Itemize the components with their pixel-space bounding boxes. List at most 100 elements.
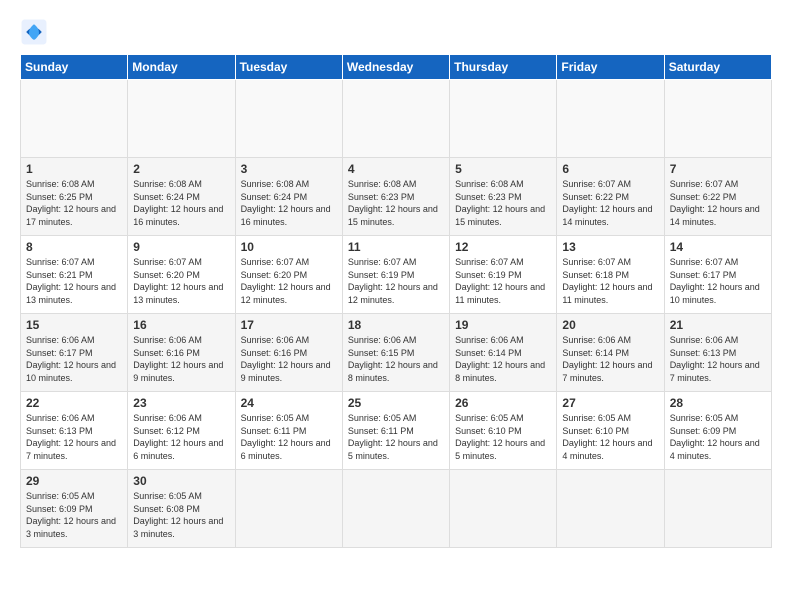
day-info: Sunrise: 6:06 AMSunset: 6:16 PMDaylight:… <box>133 335 223 383</box>
day-info: Sunrise: 6:05 AMSunset: 6:09 PMDaylight:… <box>26 491 116 539</box>
calendar-cell: 26 Sunrise: 6:05 AMSunset: 6:10 PMDaylig… <box>450 392 557 470</box>
day-number: 29 <box>26 474 122 488</box>
day-number: 3 <box>241 162 337 176</box>
day-of-week-row: SundayMondayTuesdayWednesdayThursdayFrid… <box>21 55 772 80</box>
day-number: 14 <box>670 240 766 254</box>
calendar-week-row: 29 Sunrise: 6:05 AMSunset: 6:09 PMDaylig… <box>21 470 772 548</box>
calendar-cell: 14 Sunrise: 6:07 AMSunset: 6:17 PMDaylig… <box>664 236 771 314</box>
day-info: Sunrise: 6:06 AMSunset: 6:16 PMDaylight:… <box>241 335 331 383</box>
day-info: Sunrise: 6:08 AMSunset: 6:23 PMDaylight:… <box>348 179 438 227</box>
dow-header-sunday: Sunday <box>21 55 128 80</box>
calendar-cell: 9 Sunrise: 6:07 AMSunset: 6:20 PMDayligh… <box>128 236 235 314</box>
calendar-cell: 10 Sunrise: 6:07 AMSunset: 6:20 PMDaylig… <box>235 236 342 314</box>
calendar-cell <box>21 80 128 158</box>
calendar-cell: 5 Sunrise: 6:08 AMSunset: 6:23 PMDayligh… <box>450 158 557 236</box>
calendar-cell: 19 Sunrise: 6:06 AMSunset: 6:14 PMDaylig… <box>450 314 557 392</box>
day-info: Sunrise: 6:05 AMSunset: 6:11 PMDaylight:… <box>348 413 438 461</box>
calendar-cell <box>235 470 342 548</box>
page: SundayMondayTuesdayWednesdayThursdayFrid… <box>0 0 792 612</box>
day-info: Sunrise: 6:06 AMSunset: 6:14 PMDaylight:… <box>562 335 652 383</box>
day-info: Sunrise: 6:06 AMSunset: 6:13 PMDaylight:… <box>670 335 760 383</box>
day-info: Sunrise: 6:07 AMSunset: 6:18 PMDaylight:… <box>562 257 652 305</box>
day-number: 22 <box>26 396 122 410</box>
calendar-cell: 1 Sunrise: 6:08 AMSunset: 6:25 PMDayligh… <box>21 158 128 236</box>
day-number: 13 <box>562 240 658 254</box>
calendar-cell <box>342 80 449 158</box>
day-info: Sunrise: 6:07 AMSunset: 6:20 PMDaylight:… <box>241 257 331 305</box>
day-number: 16 <box>133 318 229 332</box>
day-info: Sunrise: 6:06 AMSunset: 6:13 PMDaylight:… <box>26 413 116 461</box>
calendar-week-row: 15 Sunrise: 6:06 AMSunset: 6:17 PMDaylig… <box>21 314 772 392</box>
day-number: 23 <box>133 396 229 410</box>
day-info: Sunrise: 6:07 AMSunset: 6:19 PMDaylight:… <box>455 257 545 305</box>
calendar-cell: 3 Sunrise: 6:08 AMSunset: 6:24 PMDayligh… <box>235 158 342 236</box>
day-number: 12 <box>455 240 551 254</box>
calendar-cell: 30 Sunrise: 6:05 AMSunset: 6:08 PMDaylig… <box>128 470 235 548</box>
day-info: Sunrise: 6:06 AMSunset: 6:17 PMDaylight:… <box>26 335 116 383</box>
day-number: 5 <box>455 162 551 176</box>
calendar-cell: 17 Sunrise: 6:06 AMSunset: 6:16 PMDaylig… <box>235 314 342 392</box>
day-number: 1 <box>26 162 122 176</box>
day-info: Sunrise: 6:07 AMSunset: 6:21 PMDaylight:… <box>26 257 116 305</box>
dow-header-wednesday: Wednesday <box>342 55 449 80</box>
calendar-week-row <box>21 80 772 158</box>
day-info: Sunrise: 6:05 AMSunset: 6:11 PMDaylight:… <box>241 413 331 461</box>
calendar-cell <box>450 80 557 158</box>
calendar-cell: 28 Sunrise: 6:05 AMSunset: 6:09 PMDaylig… <box>664 392 771 470</box>
day-info: Sunrise: 6:07 AMSunset: 6:19 PMDaylight:… <box>348 257 438 305</box>
calendar-cell: 7 Sunrise: 6:07 AMSunset: 6:22 PMDayligh… <box>664 158 771 236</box>
day-number: 20 <box>562 318 658 332</box>
day-info: Sunrise: 6:05 AMSunset: 6:09 PMDaylight:… <box>670 413 760 461</box>
calendar-cell: 20 Sunrise: 6:06 AMSunset: 6:14 PMDaylig… <box>557 314 664 392</box>
dow-header-tuesday: Tuesday <box>235 55 342 80</box>
day-number: 9 <box>133 240 229 254</box>
logo-icon <box>20 18 48 46</box>
calendar-cell <box>557 80 664 158</box>
calendar-cell: 22 Sunrise: 6:06 AMSunset: 6:13 PMDaylig… <box>21 392 128 470</box>
calendar-cell: 27 Sunrise: 6:05 AMSunset: 6:10 PMDaylig… <box>557 392 664 470</box>
calendar-cell <box>557 470 664 548</box>
day-info: Sunrise: 6:07 AMSunset: 6:17 PMDaylight:… <box>670 257 760 305</box>
day-number: 30 <box>133 474 229 488</box>
calendar-cell: 13 Sunrise: 6:07 AMSunset: 6:18 PMDaylig… <box>557 236 664 314</box>
calendar-cell <box>664 470 771 548</box>
calendar-week-row: 1 Sunrise: 6:08 AMSunset: 6:25 PMDayligh… <box>21 158 772 236</box>
day-number: 10 <box>241 240 337 254</box>
calendar-cell: 24 Sunrise: 6:05 AMSunset: 6:11 PMDaylig… <box>235 392 342 470</box>
day-number: 25 <box>348 396 444 410</box>
calendar-cell: 4 Sunrise: 6:08 AMSunset: 6:23 PMDayligh… <box>342 158 449 236</box>
day-info: Sunrise: 6:05 AMSunset: 6:08 PMDaylight:… <box>133 491 223 539</box>
logo <box>20 18 52 46</box>
day-number: 24 <box>241 396 337 410</box>
day-info: Sunrise: 6:08 AMSunset: 6:24 PMDaylight:… <box>241 179 331 227</box>
calendar-cell <box>128 80 235 158</box>
calendar-cell <box>342 470 449 548</box>
calendar-week-row: 22 Sunrise: 6:06 AMSunset: 6:13 PMDaylig… <box>21 392 772 470</box>
day-info: Sunrise: 6:07 AMSunset: 6:20 PMDaylight:… <box>133 257 223 305</box>
day-number: 17 <box>241 318 337 332</box>
day-number: 7 <box>670 162 766 176</box>
dow-header-thursday: Thursday <box>450 55 557 80</box>
day-number: 21 <box>670 318 766 332</box>
day-number: 27 <box>562 396 658 410</box>
day-number: 4 <box>348 162 444 176</box>
calendar-cell: 8 Sunrise: 6:07 AMSunset: 6:21 PMDayligh… <box>21 236 128 314</box>
day-info: Sunrise: 6:06 AMSunset: 6:14 PMDaylight:… <box>455 335 545 383</box>
dow-header-monday: Monday <box>128 55 235 80</box>
day-number: 8 <box>26 240 122 254</box>
day-info: Sunrise: 6:06 AMSunset: 6:15 PMDaylight:… <box>348 335 438 383</box>
calendar-cell: 16 Sunrise: 6:06 AMSunset: 6:16 PMDaylig… <box>128 314 235 392</box>
calendar-cell <box>235 80 342 158</box>
day-info: Sunrise: 6:05 AMSunset: 6:10 PMDaylight:… <box>455 413 545 461</box>
calendar-cell <box>664 80 771 158</box>
day-number: 11 <box>348 240 444 254</box>
day-number: 2 <box>133 162 229 176</box>
dow-header-friday: Friday <box>557 55 664 80</box>
day-info: Sunrise: 6:07 AMSunset: 6:22 PMDaylight:… <box>562 179 652 227</box>
day-number: 15 <box>26 318 122 332</box>
day-number: 19 <box>455 318 551 332</box>
day-number: 26 <box>455 396 551 410</box>
calendar-cell: 21 Sunrise: 6:06 AMSunset: 6:13 PMDaylig… <box>664 314 771 392</box>
calendar-cell: 18 Sunrise: 6:06 AMSunset: 6:15 PMDaylig… <box>342 314 449 392</box>
day-number: 6 <box>562 162 658 176</box>
